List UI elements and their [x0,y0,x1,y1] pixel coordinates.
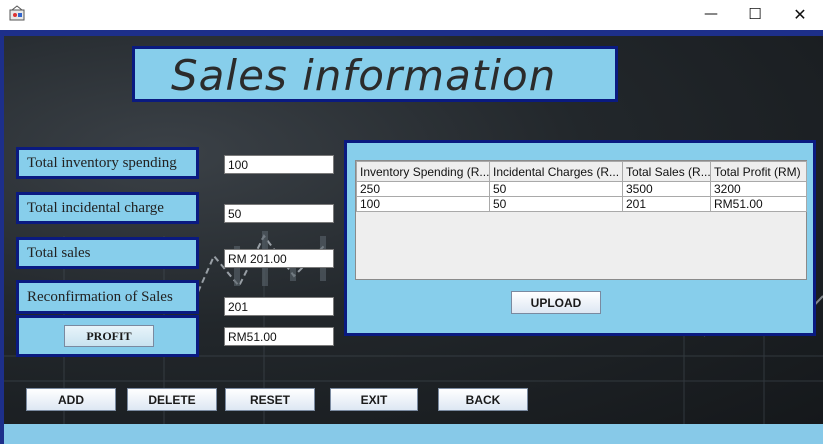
table-row[interactable]: 250 50 3500 3200 [356,181,807,197]
column-header[interactable]: Total Profit (RM) [710,161,807,182]
label-total-sales: Total sales [16,237,199,269]
table-cell[interactable]: 100 [356,196,490,212]
title-banner: Sales information [132,46,618,102]
profit-output-field[interactable]: RM51.00 [224,327,334,346]
minimize-button[interactable]: — [688,0,734,28]
window-titlebar: — ☐ ✕ [0,0,823,30]
sales-table-panel: Inventory Spending (R... Incidental Char… [344,140,816,336]
close-button[interactable]: ✕ [777,0,823,28]
upload-button[interactable]: UPLOAD [511,291,601,314]
delete-button[interactable]: DELETE [127,388,217,411]
add-button[interactable]: ADD [26,388,116,411]
incidental-charge-input[interactable]: 50 [224,204,334,223]
back-button[interactable]: BACK [438,388,528,411]
profit-button[interactable]: PROFIT [64,325,154,347]
table-cell[interactable]: 50 [489,181,623,197]
inventory-spending-input[interactable]: 100 [224,155,334,174]
label-incidental-charge: Total incidental charge [16,192,199,224]
table-header-row: Inventory Spending (R... Incidental Char… [356,161,807,182]
column-header[interactable]: Total Sales (R... [622,161,711,182]
label-inventory-spending: Total inventory spending [16,147,199,179]
window-content: Sales information Total inventory spendi… [0,30,823,444]
reset-button[interactable]: RESET [225,388,315,411]
profit-button-container: PROFIT [16,315,199,357]
table-row[interactable]: 100 50 201 RM51.00 [356,196,807,212]
sales-table: Inventory Spending (R... Incidental Char… [356,161,807,212]
column-header[interactable]: Incidental Charges (R... [489,161,623,182]
table-cell[interactable]: 50 [489,196,623,212]
maximize-button[interactable]: ☐ [732,0,778,28]
table-cell[interactable]: RM51.00 [710,196,807,212]
java-app-icon [9,5,25,21]
table-cell[interactable]: 250 [356,181,490,197]
sales-table-scrollpane[interactable]: Inventory Spending (R... Incidental Char… [355,160,807,280]
total-sales-input[interactable]: RM 201.00 [224,249,334,268]
exit-button[interactable]: EXIT [330,388,418,411]
table-cell[interactable]: 201 [622,196,711,212]
column-header[interactable]: Inventory Spending (R... [356,161,490,182]
label-reconfirmation-sales: Reconfirmation of Sales [16,280,199,314]
table-cell[interactable]: 3200 [710,181,807,197]
bottom-strip [4,424,823,444]
page-title: Sales information [171,51,557,100]
background-canvas: Sales information Total inventory spendi… [4,36,823,424]
reconfirmation-sales-input[interactable]: 201 [224,297,334,316]
table-cell[interactable]: 3500 [622,181,711,197]
